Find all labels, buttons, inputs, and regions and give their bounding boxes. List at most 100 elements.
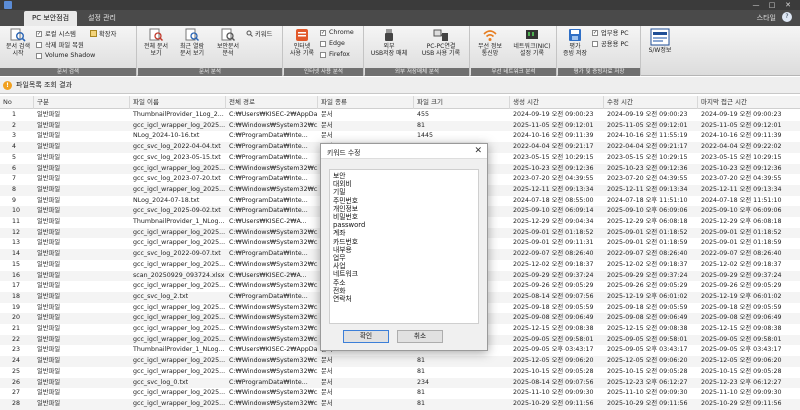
check-chrome[interactable]: ✓ Chrome [320,28,354,37]
cell-type: 일반파일 [37,207,61,215]
cell-file-size: 81 [417,399,426,407]
ok-button[interactable]: 확인 [343,330,389,343]
check-firefox[interactable]: Firefox [320,50,350,59]
column-header-file-name[interactable]: 파일 이름 [130,96,226,109]
tab-settings-management[interactable]: 설정 관리 [80,11,124,26]
cell-last-access-time: 2024-09-19 오전 09:00:23 [701,111,782,118]
table-row[interactable]: 2 일반파일 gcc_igcl_wrapper_log_2025... C:₩Wind… [0,120,800,132]
cell-created-time: 2025-09-05 오후 03:43:17 [513,346,594,354]
cell-modified-time: 2025-12-05 오전 09:06:20 [607,357,688,365]
cell-created-time: 2025-10-29 오전 09:11:56 [513,399,594,407]
table-row[interactable]: 24 일반파일 gcc_igcl_wrapper_log_2025... C:₩Win… [0,356,800,367]
usb-storage-button[interactable]: 외부 USB저장 매체 [367,28,411,57]
cell-full-path: C:₩ProgramData₩Inte... [229,196,308,204]
check-local-system[interactable]: ✓ 로컬 시스템 [36,29,76,38]
column-header-file-kind[interactable]: 파일 종류 [318,96,414,109]
cell-file-name: gcc_igcl_wrapper_log_2025... [133,325,226,332]
cell-last-access-time: 2025-09-01 오전 01:18:59 [701,239,782,247]
column-header-modified-time[interactable]: 수정 시간 [604,96,698,109]
cell-last-access-time: 2024-07-18 오전 11:51:10 [701,196,782,204]
cell-last-access-time: 2025-11-05 오전 09:12:01 [701,121,782,129]
keyword-line: 계좌 [333,229,346,238]
check-edge[interactable]: Edge [320,39,345,48]
cell-no: 5 [12,153,17,161]
style-menu[interactable]: 스타일 [757,13,776,23]
keyword-textarea[interactable]: 보안 대외비 기밀 주민번호 개인정보 비밀번호 password 계좌 카드번호 내부용 업무 사업… [329,169,479,324]
maximize-button[interactable]: □ [764,0,780,10]
column-header-type[interactable]: 구분 [34,96,130,109]
cell-file-size: 81 [417,121,426,129]
cell-last-access-time: 2025-10-23 오전 09:12:36 [701,164,782,172]
table-row[interactable]: 3 일반파일 NLog_2024-10-16.txt C:₩ProgramData₩I… [0,131,800,142]
table-row[interactable]: 1 일반파일 ThumbnailProvider_1Log_2... C:₩Users… [0,110,800,121]
start-search-button[interactable]: 문서 검색 시작 [3,28,33,57]
search-doc-icon [10,28,26,42]
cell-created-time: 2025-09-01 오전 09:11:31 [513,239,594,247]
cell-created-time: 2025-10-15 오전 09:05:28 [513,367,594,375]
nic-settings-button[interactable]: 네트워크(NIC) 설정 기록 [509,28,555,57]
table-row[interactable]: 28 일반파일 gcc_igcl_wrapper_log_2025... C:₩Win… [0,398,800,410]
check-deleted-file-restore[interactable]: 삭제 파일 복원 [36,40,84,49]
internet-history-button[interactable]: 인터넷 사용 기록 [286,28,318,57]
table-row[interactable]: 26 일반파일 gcc_svc_log_0.txt C:₩ProgramData₩In… [0,377,800,389]
column-header-last-access-time[interactable]: 마지막 접근 시간 [698,96,800,109]
cell-file-name: gcc_svc_log_2025-09-02.txt [133,207,221,215]
cell-modified-time: 2025-12-23 오후 06:12:27 [607,378,688,386]
cell-file-name: gcc_igcl_wrapper_log_2025... [133,399,226,407]
cell-file-name: ThumbnailProvider_1_NLog... [133,218,225,225]
cell-file-size: 81 [417,367,426,375]
cell-last-access-time: 2025-12-15 오전 09:08:38 [701,325,782,332]
help-icon[interactable]: ? [782,12,792,22]
cell-no: 28 [12,399,21,407]
table-row[interactable]: 25 일반파일 gcc_igcl_wrapper_log_2025... C:₩Win… [0,367,800,378]
cell-full-path: C:₩ProgramData₩Inte... [229,292,308,300]
minimize-button[interactable]: — [748,0,764,10]
security-document-analysis-button[interactable]: 보안문서 분석 [212,28,244,57]
cell-full-path: C:₩Windows₩System32₩c... [229,121,318,129]
evaluation-save-button[interactable]: 평가 증빙 저장 [560,28,590,57]
table-row[interactable]: 27 일반파일 gcc_igcl_wrapper_log_2025... C:₩Win… [0,388,800,399]
wireless-network-button[interactable]: 무선 정보 통신망 [473,28,507,57]
group-sw-info: S/W정보 [642,26,678,76]
extension-button[interactable]: 확장자 [90,29,116,38]
cell-last-access-time: 2025-09-05 오후 03:43:17 [701,346,782,354]
cell-file-kind: 문서 [321,111,333,118]
view-all-documents-button[interactable]: 전체 문서 보기 [141,28,171,57]
cell-modified-time: 2023-05-15 오전 10:29:15 [607,153,688,161]
cell-file-name: gcc_igcl_wrapper_log_2025... [133,282,226,290]
pc-usb-history-button[interactable]: PC-PC연결 USB 사용 기록 [415,28,467,57]
cell-no: 26 [12,378,21,386]
keyword-button[interactable]: 키워드 [246,29,272,38]
keyword-icon [246,30,253,37]
cell-created-time: 2025-12-11 오전 09:13:34 [513,185,594,193]
cell-file-size: 81 [417,389,426,397]
sw-info-button[interactable]: S/W정보 [644,28,676,54]
recent-documents-button[interactable]: 최근 열람 문서 보기 [175,28,209,57]
cell-created-time: 2025-09-05 오전 09:58:01 [513,335,594,343]
cell-file-kind: 문서 [321,399,333,407]
column-header-full-path[interactable]: 전체 경로 [226,96,318,109]
cell-file-size: 234 [417,378,430,386]
column-header-created-time[interactable]: 생성 시간 [510,96,604,109]
cancel-button[interactable]: 취소 [397,330,443,343]
cell-last-access-time: 2025-10-29 오전 09:11:56 [701,399,782,407]
cell-last-access-time: 2025-12-05 오전 09:06:20 [701,357,782,365]
cell-file-kind: 문서 [321,132,333,140]
column-header-file-size[interactable]: 파일 크기 [414,96,510,109]
sw-info-logo-icon [650,28,670,46]
tab-pc-security-check[interactable]: PC 보안점검 [24,11,78,26]
keyword-line: 비밀번호 [333,213,359,222]
cell-full-path: C:₩Windows₩System32₩c... [229,389,318,397]
close-window-button[interactable]: ✕ [780,0,796,10]
check-volume-shadow[interactable]: Volume Shadow [36,51,95,60]
keyword-line: 업무 [333,254,346,263]
cell-modified-time: 2025-09-10 오후 06:09:06 [607,207,688,215]
group-wireless-network: 무선 정보 통신망 네트워크(NIC) 설정 기록 무선 네트워크 분석 [471,26,557,76]
check-business-pc[interactable]: ✓ 업무용 PC [592,28,629,37]
cell-type: 일반파일 [37,303,61,311]
cell-modified-time: 2025-10-23 오전 09:12:36 [607,164,688,172]
check-shared-pc[interactable]: 공용용 PC [592,39,629,48]
dialog-close-icon[interactable]: ✕ [474,146,482,156]
column-header-no[interactable]: No [0,96,34,109]
cell-modified-time: 2025-09-29 오전 09:37:24 [607,271,688,279]
